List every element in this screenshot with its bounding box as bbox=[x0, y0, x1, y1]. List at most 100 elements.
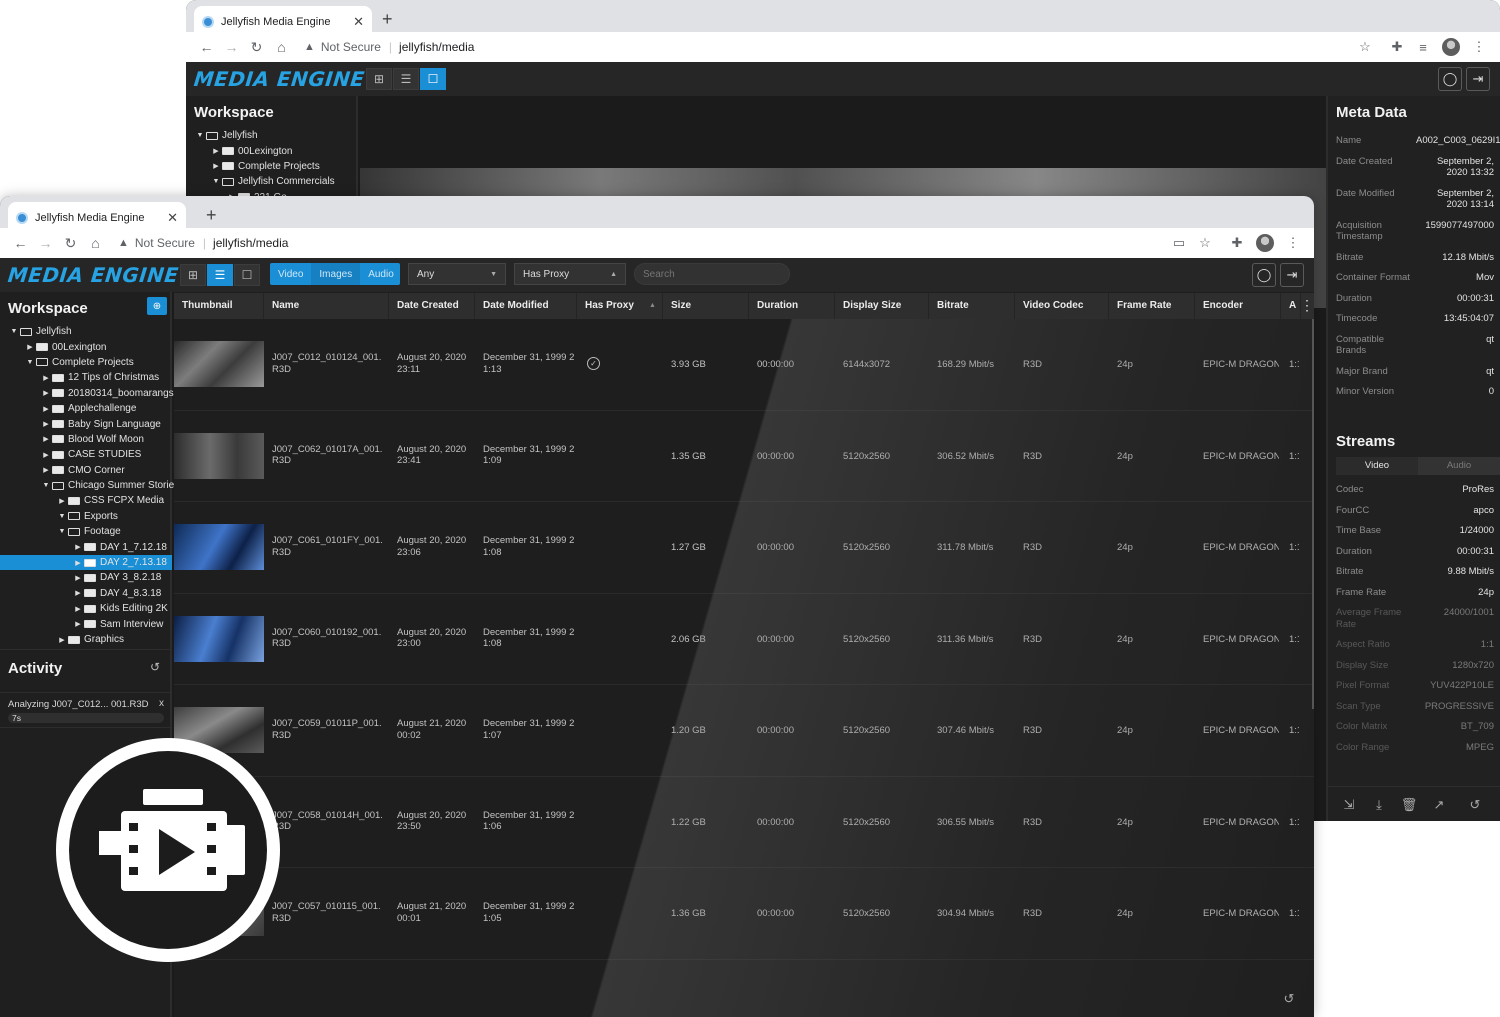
list-view-button[interactable]: ☰ bbox=[393, 68, 419, 90]
tree-item[interactable]: ▶ 00Lexington bbox=[0, 339, 172, 354]
thumbnail-image[interactable] bbox=[174, 432, 264, 479]
new-tab-icon[interactable]: + bbox=[206, 205, 217, 226]
import-icon[interactable]: ⇲ bbox=[1338, 795, 1360, 815]
tree-item[interactable]: ▶ Blood Wolf Moon bbox=[0, 432, 172, 447]
single-view-button[interactable]: ☐ bbox=[234, 264, 260, 286]
column-header[interactable]: Name bbox=[264, 293, 389, 319]
expand-right-icon[interactable]: ▶ bbox=[72, 589, 84, 597]
back-arrow-icon[interactable]: ← bbox=[194, 39, 219, 55]
media-row[interactable]: J007_C057_010115_001.R3D August 21, 2020 … bbox=[174, 868, 1314, 960]
back-arrow-icon[interactable]: ← bbox=[8, 235, 33, 251]
tree-item[interactable]: ▶ CASE STUDIES bbox=[0, 447, 172, 462]
thumbnail-image[interactable] bbox=[174, 524, 264, 570]
expand-right-icon[interactable]: ▶ bbox=[72, 620, 84, 628]
new-tab-icon[interactable]: + bbox=[382, 9, 393, 30]
expand-right-icon[interactable]: ▶ bbox=[56, 636, 68, 644]
extensions-icon[interactable]: ✚ bbox=[1224, 235, 1250, 251]
column-header[interactable]: Size bbox=[663, 293, 749, 319]
forward-arrow-icon[interactable]: → bbox=[219, 39, 244, 55]
reload-icon[interactable]: ↻ bbox=[244, 39, 269, 56]
tree-item[interactable]: ▶ 00Lexington bbox=[194, 143, 354, 158]
media-row[interactable]: J007_C061_0101FY_001.R3D August 20, 2020 … bbox=[174, 502, 1314, 594]
browser-menu-icon[interactable]: ⋮ bbox=[1280, 235, 1306, 251]
expand-down-icon[interactable]: ▼ bbox=[8, 328, 20, 335]
grid-scrollbar[interactable] bbox=[1312, 319, 1314, 709]
column-header[interactable]: Bitrate bbox=[929, 293, 1015, 319]
tree-item[interactable]: ▶ Baby Sign Language bbox=[0, 416, 172, 431]
grid-view-button[interactable]: ⊞ bbox=[366, 68, 392, 90]
tree-item[interactable]: ▼ Footage bbox=[0, 524, 172, 539]
grid-view-button[interactable]: ⊞ bbox=[180, 264, 206, 286]
expand-right-icon[interactable]: ▶ bbox=[40, 405, 52, 413]
column-header[interactable]: Video Codec bbox=[1015, 293, 1109, 319]
front-url-field[interactable]: ▲ Not Secure | jellyfish/media bbox=[118, 231, 1166, 255]
trash-icon[interactable]: 🗑 bbox=[1398, 795, 1420, 815]
any-dropdown[interactable]: Any ▼ bbox=[408, 263, 506, 285]
home-icon[interactable]: ⌂ bbox=[83, 235, 108, 251]
proxy-dropdown[interactable]: Has Proxy ▲ bbox=[514, 263, 626, 285]
thumbnail-image[interactable] bbox=[174, 341, 264, 387]
column-header[interactable]: Duration bbox=[749, 293, 835, 319]
extensions-icon[interactable]: ✚ bbox=[1384, 39, 1410, 55]
external-link-icon[interactable]: ↗ bbox=[1428, 795, 1450, 815]
media-row[interactable]: J007_C059_01011P_001.R3D August 21, 2020 … bbox=[174, 685, 1314, 777]
expand-right-icon[interactable]: ▶ bbox=[56, 497, 68, 505]
tree-item[interactable]: ▶ CSS FCPX Media bbox=[0, 493, 172, 508]
expand-right-icon[interactable]: ▶ bbox=[72, 605, 84, 613]
media-row[interactable]: J007_C012_010124_001.R3D August 20, 2020 … bbox=[174, 319, 1314, 411]
media-row[interactable]: J007_C062_01017A_001.R3D August 20, 2020 … bbox=[174, 411, 1314, 502]
expand-right-icon[interactable]: ▶ bbox=[40, 374, 52, 382]
single-view-button[interactable]: ☐ bbox=[420, 68, 446, 90]
close-tab-icon[interactable]: ✕ bbox=[353, 14, 364, 30]
tree-item[interactable]: ▶ CMO Corner bbox=[0, 463, 172, 478]
reload-icon[interactable]: ↻ bbox=[58, 235, 83, 252]
tree-item[interactable]: ▶ Kids Editing 2K bbox=[0, 601, 172, 616]
column-header[interactable]: Display Size bbox=[835, 293, 929, 319]
expand-down-icon[interactable]: ▼ bbox=[56, 528, 68, 535]
reading-list-icon[interactable]: ≡ bbox=[1410, 40, 1436, 55]
column-header[interactable]: Thumbnail bbox=[174, 293, 264, 319]
column-header[interactable]: Frame Rate bbox=[1109, 293, 1195, 319]
list-view-button[interactable]: ☰ bbox=[207, 264, 233, 286]
tree-item[interactable]: ▼ Chicago Summer Stories bbox=[0, 478, 180, 493]
expand-right-icon[interactable]: ▶ bbox=[72, 543, 84, 551]
cast-icon[interactable]: ▭ bbox=[1166, 235, 1192, 251]
home-icon[interactable]: ⌂ bbox=[269, 39, 294, 55]
undo-icon[interactable]: ↺ bbox=[1278, 989, 1300, 1009]
thumbnail-image[interactable] bbox=[174, 615, 264, 662]
tree-item[interactable]: ▶ Graphics bbox=[0, 632, 172, 647]
tree-item[interactable]: ▶ 12 Tips of Christmas bbox=[0, 370, 172, 385]
stream-tab-video[interactable]: Video bbox=[1336, 457, 1418, 475]
filter-audio-button[interactable]: Audio bbox=[360, 263, 402, 285]
media-row[interactable]: J007_C058_01014H_001.R3D August 20, 2020 … bbox=[174, 777, 1314, 868]
refresh-icon[interactable]: ◯ bbox=[1252, 263, 1276, 287]
expand-right-icon[interactable]: ▶ bbox=[24, 343, 36, 351]
filter-images-button[interactable]: Images bbox=[311, 263, 361, 285]
bookmark-star-icon[interactable]: ☆ bbox=[1352, 39, 1378, 55]
expand-down-icon[interactable]: ▼ bbox=[40, 482, 52, 489]
tree-item[interactable]: ▼ Jellyfish Commercials bbox=[194, 174, 354, 189]
tree-item[interactable]: ▶ Applechallenge bbox=[0, 401, 172, 416]
close-tab-icon[interactable]: ✕ bbox=[167, 210, 178, 226]
tree-item[interactable]: ▼ Exports bbox=[0, 509, 172, 524]
tree-item[interactable]: ▼ Jellyfish bbox=[0, 324, 172, 339]
tree-item[interactable]: ▶ 20180314_boomarangs bbox=[0, 386, 173, 401]
tree-item[interactable]: ▶ DAY 1_7.12.18 bbox=[0, 539, 172, 554]
tree-item[interactable]: ▼ Complete Projects bbox=[0, 355, 172, 370]
expand-right-icon[interactable]: ▶ bbox=[40, 466, 52, 474]
tree-item[interactable]: ▶ DAY 3_8.2.18 bbox=[0, 570, 172, 585]
column-header[interactable]: Encoder bbox=[1195, 293, 1281, 319]
forward-arrow-icon[interactable]: → bbox=[33, 235, 58, 251]
stream-tab-audio[interactable]: Audio bbox=[1418, 457, 1500, 475]
history-icon[interactable]: ↺ bbox=[150, 660, 160, 674]
tree-item[interactable]: ▼ Jellyfish bbox=[194, 128, 354, 143]
add-folder-button[interactable]: ⊕ bbox=[147, 297, 167, 315]
search-input[interactable] bbox=[634, 263, 790, 285]
sort-asc-icon[interactable]: ▲ bbox=[649, 302, 656, 309]
tree-item[interactable]: ▶ Sam Interview bbox=[0, 616, 172, 631]
profile-avatar[interactable] bbox=[1256, 234, 1274, 252]
expand-down-icon[interactable]: ▼ bbox=[24, 359, 36, 366]
download-icon[interactable]: ⤓ bbox=[1368, 795, 1390, 815]
tree-item[interactable]: ▶ DAY 4_8.3.18 bbox=[0, 586, 172, 601]
expand-right-icon[interactable]: ▶ bbox=[72, 574, 84, 582]
